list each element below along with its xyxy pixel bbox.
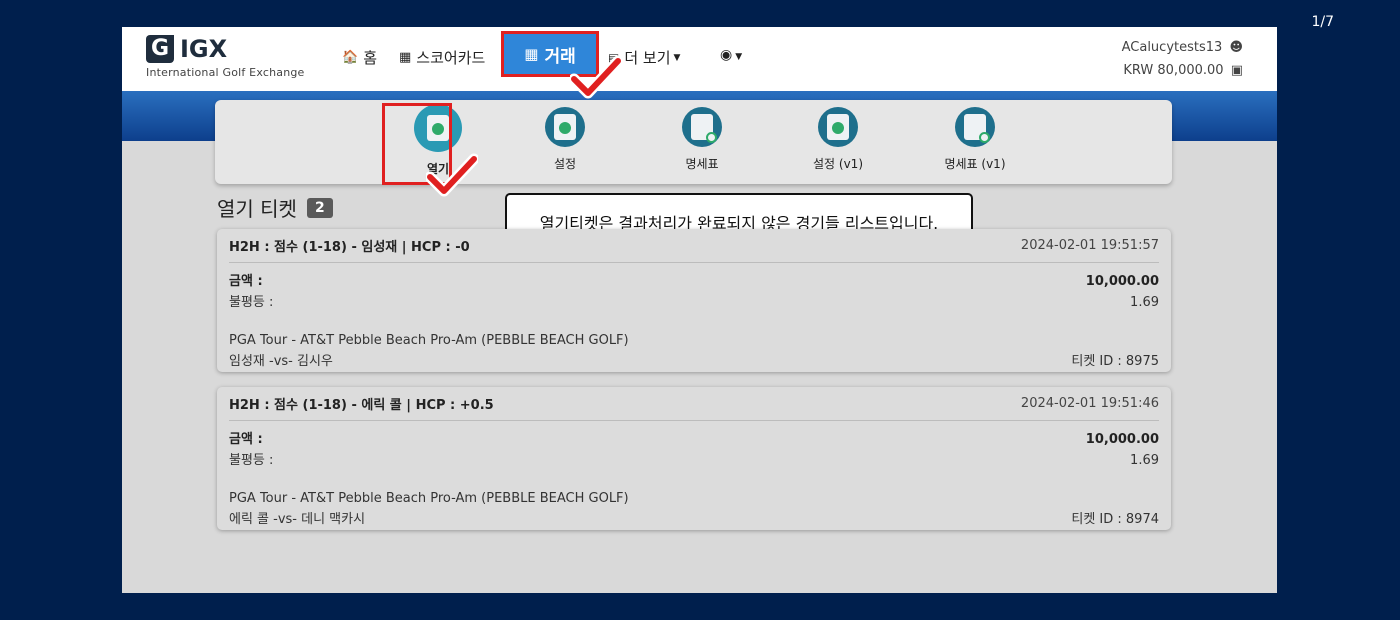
user-info: ACalucytests13 ☻ KRW 80,000.00 ▣ [1122,36,1243,82]
ticket-card[interactable]: H2H : 점수 (1-18) - 에릭 콜 | HCP : +0.5 2024… [217,387,1171,530]
tournament-row: PGA Tour - AT&T Pebble Beach Pro-Am (PEB… [229,330,1159,351]
language-selector[interactable]: ◉ ▼ [720,47,742,63]
tab-statement-label: 명세표 [685,157,719,171]
logo-mark: G [146,35,174,63]
check-mark-icon [426,153,478,197]
tab-settled-v1-label: 설정 (v1) [813,157,863,171]
odds-value: 1.69 [1130,453,1159,468]
wallet-icon: ▣ [1230,63,1243,78]
app-window: G IGX International Golf Exchange 🏠 홈 ▦ … [122,27,1277,593]
amount-row: 금액 : 10,000.00 [229,429,1159,450]
tab-settled-label: 설정 [553,157,577,171]
odds-label: 불평등 : [229,295,274,310]
tab-statement[interactable]: 명세표 [647,107,757,172]
home-icon: 🏠 [342,50,359,65]
amount-label: 금액 : [229,274,263,289]
odds-label: 불평등 : [229,453,274,468]
settled-ticket-icon [818,107,858,147]
odds-row: 불평등 : 1.69 [229,450,1159,471]
chevron-down-icon: ▼ [735,52,743,62]
ticket-datetime: 2024-02-01 19:51:46 [1020,396,1159,411]
ticket-tabs: 열기 설정 명세표 설정 (v1) 명세표 (v1) [215,100,1172,184]
amount-row: 금액 : 10,000.00 [229,271,1159,292]
ticket-count-badge: 2 [306,197,333,218]
odds-value: 1.69 [1130,295,1159,310]
user-account[interactable]: ACalucytests13 ☻ [1122,36,1243,59]
username: ACalucytests13 [1121,40,1223,55]
matchup-row: 에릭 콜 -vs- 데니 맥카시 티켓 ID : 8974 [229,509,1159,530]
ticket-datetime: 2024-02-01 19:51:57 [1020,238,1159,253]
nav-scorecard-label: 스코어카드 [416,49,486,67]
nav-scorecard[interactable]: ▦ 스코어카드 [399,47,485,68]
brand-logo[interactable]: G IGX International Golf Exchange [146,35,305,79]
ticket-card[interactable]: H2H : 점수 (1-18) - 임성재 | HCP : -0 2024-02… [217,229,1171,372]
odds-row: 불평등 : 1.69 [229,292,1159,313]
settled-ticket-icon [545,107,585,147]
ticket-title: H2H : 점수 (1-18) - 임성재 | HCP : -0 [229,240,470,255]
ticket-header: H2H : 점수 (1-18) - 에릭 콜 | HCP : +0.5 2024… [229,387,1159,421]
logo-text: IGX [180,35,228,63]
check-mark-icon [570,55,622,99]
ticket-id: 티켓 ID : 8975 [1071,354,1159,369]
ticket-header: H2H : 점수 (1-18) - 임성재 | HCP : -0 2024-02… [229,229,1159,263]
ticket-title: H2H : 점수 (1-18) - 에릭 콜 | HCP : +0.5 [229,398,494,413]
balance: KRW 80,000.00 [1123,63,1224,78]
tab-settled-v1[interactable]: 설정 (v1) [783,107,893,172]
calculator-icon: ▦ [524,45,539,63]
statement-icon [955,107,995,147]
tournament-row: PGA Tour - AT&T Pebble Beach Pro-Am (PEB… [229,488,1159,509]
table-icon: ▦ [399,50,412,65]
main-nav: 🏠 홈 ▦ 스코어카드 [342,47,507,68]
tab-statement-v1[interactable]: 명세표 (v1) [920,107,1030,172]
tab-settled[interactable]: 설정 [510,107,620,172]
matchup: 임성재 -vs- 김시우 [229,354,333,369]
flag-icon: ◉ [720,47,733,63]
tournament-name: PGA Tour - AT&T Pebble Beach Pro-Am (PEB… [229,333,629,348]
nav-home-label: 홈 [363,49,377,67]
amount-value: 10,000.00 [1085,274,1159,289]
statement-icon [682,107,722,147]
user-wallet[interactable]: KRW 80,000.00 ▣ [1122,59,1243,82]
section-title: 열기 티켓 2 [217,193,333,222]
logo-subtitle: International Golf Exchange [146,66,305,79]
chevron-down-icon: ▼ [673,52,681,63]
matchup-row: 임성재 -vs- 김시우 티켓 ID : 8975 [229,351,1159,372]
header: G IGX International Golf Exchange 🏠 홈 ▦ … [122,27,1277,91]
matchup: 에릭 콜 -vs- 데니 맥카시 [229,512,366,527]
page-counter: 1/7 [1311,14,1334,30]
ticket-id: 티켓 ID : 8974 [1071,512,1159,527]
user-icon: ☻ [1229,40,1243,55]
amount-value: 10,000.00 [1085,432,1159,447]
section-title-text: 열기 티켓 [217,197,297,221]
nav-home[interactable]: 🏠 홈 [342,47,377,68]
amount-label: 금액 : [229,432,263,447]
nav-more-label: 더 보기 [624,49,671,67]
tournament-name: PGA Tour - AT&T Pebble Beach Pro-Am (PEB… [229,491,629,506]
tab-statement-v1-label: 명세표 (v1) [944,157,1006,171]
